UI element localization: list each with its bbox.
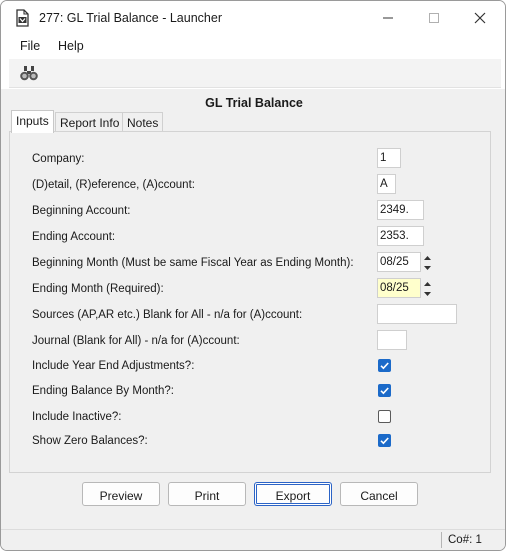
spin-up-icon[interactable] (421, 279, 434, 289)
beginning-month-label: Beginning Month (Must be same Fiscal Yea… (32, 257, 354, 269)
balance-by-month-label: Ending Balance By Month?: (32, 385, 174, 397)
title-bar: 277: GL Trial Balance - Launcher (1, 1, 505, 35)
spin-down-icon[interactable] (421, 289, 434, 299)
status-bar: Co#: 1 (1, 529, 505, 550)
detail-mode-field[interactable]: A (377, 174, 396, 194)
show-zero-balances-checkbox[interactable] (378, 434, 391, 447)
ending-month-value: 08/25 (380, 282, 409, 294)
menu-help[interactable]: Help (58, 39, 84, 53)
inputs-panel: Company: 1 (D)etail, (R)eference, (A)cco… (9, 131, 491, 473)
maximize-icon (429, 13, 439, 23)
include-inactive-checkbox[interactable] (378, 410, 391, 423)
spin-down-icon[interactable] (421, 263, 434, 273)
print-button[interactable]: Print (168, 482, 246, 506)
menu-bar: File Help (1, 35, 505, 57)
checkmark-icon (380, 362, 389, 370)
sources-label: Sources (AP,AR etc.) Blank for All - n/a… (32, 309, 303, 321)
include-inactive-label: Include Inactive?: (32, 411, 122, 423)
ending-month-spinner[interactable] (421, 279, 434, 299)
journal-label: Journal (Blank for All) - n/a for (A)cco… (32, 335, 240, 347)
balance-by-month-checkbox[interactable] (378, 384, 391, 397)
tab-notes[interactable]: Notes (122, 112, 164, 132)
launcher-window: 277: GL Trial Balance - Launcher File He… (0, 0, 506, 551)
status-divider (441, 532, 442, 548)
form-area: GL Trial Balance Inputs Report Info Note… (1, 89, 505, 529)
beginning-month-field[interactable]: 08/25 (377, 252, 431, 272)
company-status: Co#: 1 (448, 534, 482, 546)
tab-report-info[interactable]: Report Info (55, 112, 125, 132)
ending-account-field[interactable]: 2353. (377, 226, 424, 246)
ending-month-label: Ending Month (Required): (32, 283, 164, 295)
preview-button[interactable]: Preview (82, 482, 160, 506)
cancel-button[interactable]: Cancel (340, 482, 418, 506)
spin-up-icon[interactable] (421, 253, 434, 263)
inputs-group: Company: 1 (D)etail, (R)eference, (A)cco… (23, 136, 481, 466)
report-app-icon (16, 9, 29, 27)
button-row: Preview Print Export Cancel (1, 482, 505, 506)
window-title: 277: GL Trial Balance - Launcher (39, 11, 222, 25)
toolbar (9, 59, 501, 88)
tab-inputs[interactable]: Inputs (11, 110, 54, 133)
detail-mode-label: (D)etail, (R)eference, (A)ccount: (32, 179, 195, 191)
year-end-adjustments-checkbox[interactable] (378, 359, 391, 372)
beginning-account-label: Beginning Account: (32, 205, 131, 217)
beginning-month-value: 08/25 (380, 256, 409, 268)
minimize-button[interactable] (365, 1, 411, 35)
checkmark-icon (380, 437, 389, 445)
close-icon (474, 12, 486, 24)
form-title: GL Trial Balance (205, 96, 303, 110)
year-end-adjustments-label: Include Year End Adjustments?: (32, 360, 195, 372)
menu-file[interactable]: File (20, 39, 40, 53)
checkmark-icon (380, 387, 389, 395)
ending-account-label: Ending Account: (32, 231, 116, 243)
beginning-month-spinner[interactable] (421, 253, 434, 273)
company-label: Company: (32, 153, 85, 165)
journal-field[interactable] (377, 330, 407, 350)
sources-field[interactable] (377, 304, 457, 324)
ending-month-field[interactable]: 08/25 (377, 278, 431, 298)
beginning-account-field[interactable]: 2349. (377, 200, 424, 220)
maximize-button[interactable] (411, 1, 457, 35)
show-zero-balances-label: Show Zero Balances?: (32, 435, 148, 447)
close-button[interactable] (457, 1, 503, 35)
minimize-icon (383, 17, 393, 19)
export-button[interactable]: Export (254, 482, 332, 506)
company-field[interactable]: 1 (377, 148, 401, 168)
binoculars-icon[interactable] (19, 64, 39, 82)
